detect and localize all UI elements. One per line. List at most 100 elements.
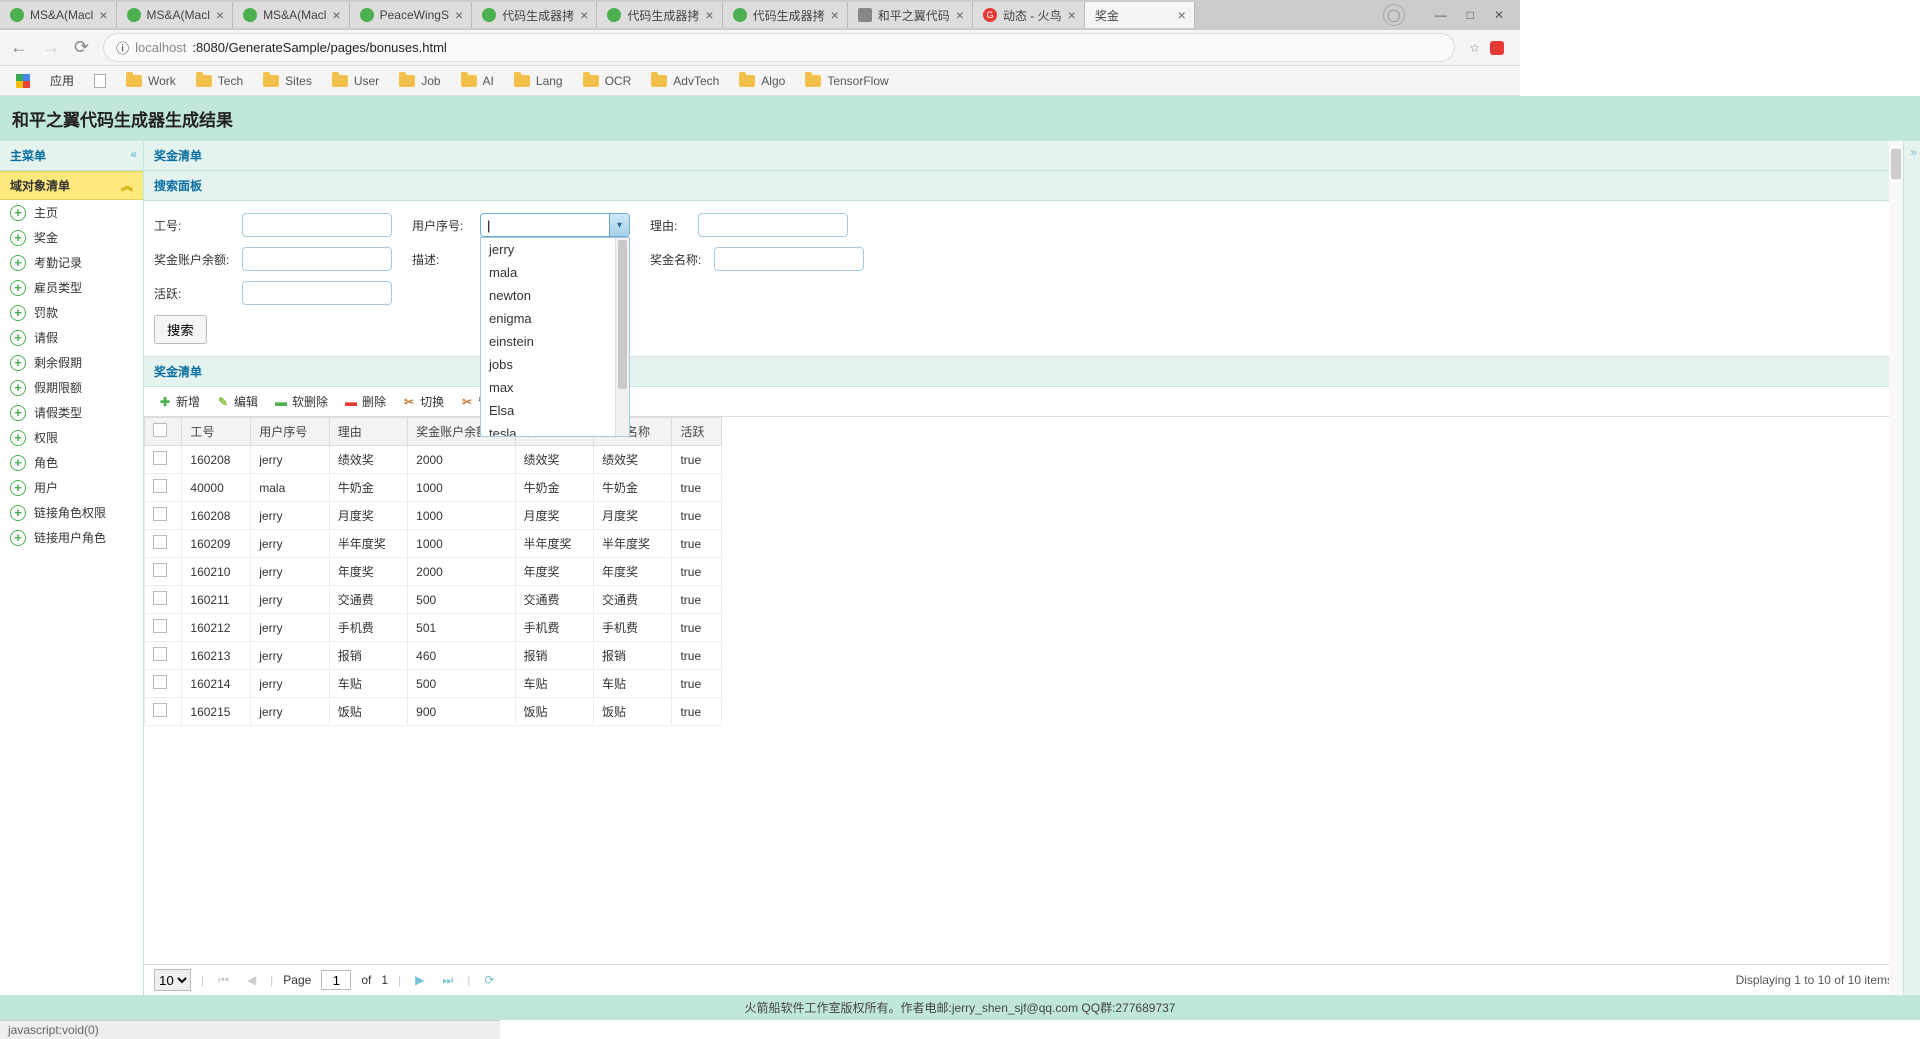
- browser-tab[interactable]: MS&A(Macl×: [0, 2, 117, 28]
- row-checkbox[interactable]: [153, 563, 167, 577]
- table-row[interactable]: 160215jerry饭贴900饭贴饭贴true: [145, 698, 722, 726]
- sidebar-item[interactable]: +罚款: [0, 300, 143, 325]
- table-row[interactable]: 160210jerry年度奖2000年度奖年度奖true: [145, 558, 722, 586]
- table-row[interactable]: 160213jerry报销460报销报销true: [145, 642, 722, 670]
- close-icon[interactable]: ✕: [1494, 8, 1504, 22]
- bookmark-item[interactable]: TensorFlow: [805, 74, 888, 88]
- sidebar-item[interactable]: +用户: [0, 475, 143, 500]
- profile-icon[interactable]: ◯: [1383, 4, 1405, 26]
- column-header[interactable]: 活跃: [672, 418, 722, 446]
- browser-tab[interactable]: PeaceWingS×: [350, 2, 473, 28]
- right-collapse-bar[interactable]: »: [1904, 141, 1920, 995]
- tab-close-icon[interactable]: ×: [580, 7, 588, 23]
- bookmark-item[interactable]: User: [332, 74, 379, 88]
- table-row[interactable]: 160209jerry半年度奖1000半年度奖半年度奖true: [145, 530, 722, 558]
- sidebar-item[interactable]: +链接用户角色: [0, 525, 143, 550]
- sidebar-item[interactable]: +考勤记录: [0, 250, 143, 275]
- browser-tab[interactable]: MS&A(Macl×: [233, 2, 350, 28]
- sidebar-item[interactable]: +假期限额: [0, 375, 143, 400]
- select-all-checkbox[interactable]: [153, 423, 167, 437]
- sidebar-item[interactable]: +链接角色权限: [0, 500, 143, 525]
- edit-button[interactable]: ✎编辑: [210, 391, 264, 412]
- chevron-left-icon[interactable]: »: [1910, 147, 1913, 159]
- tab-close-icon[interactable]: ×: [216, 7, 224, 23]
- apps-icon[interactable]: [16, 74, 30, 88]
- table-row[interactable]: 160208jerry绩效奖2000绩效奖绩效奖true: [145, 446, 722, 474]
- table-row[interactable]: 160214jerry车贴500车贴车贴true: [145, 670, 722, 698]
- sidebar-item[interactable]: +奖金: [0, 225, 143, 250]
- dropdown-option[interactable]: jerry: [481, 238, 629, 261]
- dropdown-option[interactable]: einstein: [481, 330, 629, 353]
- row-checkbox[interactable]: [153, 647, 167, 661]
- sidebar-item[interactable]: +剩余假期: [0, 350, 143, 375]
- row-checkbox[interactable]: [153, 703, 167, 717]
- page-size-select[interactable]: 10: [154, 969, 191, 991]
- delete-button[interactable]: ▬删除: [338, 391, 392, 412]
- table-row[interactable]: 40000mala牛奶金1000牛奶金牛奶金true: [145, 474, 722, 502]
- bookmark-item[interactable]: Work: [126, 74, 176, 88]
- row-checkbox[interactable]: [153, 591, 167, 605]
- dropdown-option[interactable]: jobs: [481, 353, 629, 376]
- balance-input[interactable]: [242, 247, 392, 271]
- sidebar-header[interactable]: 主菜单 «: [0, 141, 143, 171]
- bookmark-item[interactable]: OCR: [583, 74, 632, 88]
- tab-close-icon[interactable]: ×: [99, 7, 107, 23]
- bookmark-item[interactable]: AI: [461, 74, 494, 88]
- browser-tab[interactable]: 和平之翼代码×: [848, 2, 973, 28]
- vertical-scrollbar[interactable]: [1889, 141, 1903, 995]
- row-checkbox[interactable]: [153, 535, 167, 549]
- page-input[interactable]: [321, 970, 351, 990]
- bookmark-item[interactable]: Job: [399, 74, 440, 88]
- sidebar-item[interactable]: +请假: [0, 325, 143, 350]
- browser-tab[interactable]: G动态 - 火鸟×: [973, 2, 1085, 28]
- column-header[interactable]: 用户序号: [251, 418, 329, 446]
- dropdown-option[interactable]: tesla: [481, 422, 629, 437]
- star-icon[interactable]: ☆: [1469, 41, 1480, 55]
- bookmark-item[interactable]: Sites: [263, 74, 312, 88]
- browser-tab[interactable]: MS&A(Macl×: [117, 2, 234, 28]
- sidebar-item[interactable]: +权限: [0, 425, 143, 450]
- bookmark-item[interactable]: AdvTech: [651, 74, 719, 88]
- row-checkbox[interactable]: [153, 619, 167, 633]
- browser-tab[interactable]: 代码生成器拷×: [723, 2, 848, 28]
- table-row[interactable]: 160208jerry月度奖1000月度奖月度奖true: [145, 502, 722, 530]
- sidebar-item[interactable]: +角色: [0, 450, 143, 475]
- tab-close-icon[interactable]: ×: [332, 7, 340, 23]
- reload-icon[interactable]: ⟳: [74, 37, 89, 58]
- column-header[interactable]: 理由: [329, 418, 407, 446]
- sidebar-section-header[interactable]: 域对象清单 ︽: [0, 171, 143, 200]
- add-button[interactable]: ✚新增: [152, 391, 206, 412]
- chevron-up-icon[interactable]: ︽: [121, 177, 133, 194]
- tab-close-icon[interactable]: ×: [1178, 7, 1186, 23]
- sidebar-item[interactable]: +雇员类型: [0, 275, 143, 300]
- maximize-icon[interactable]: □: [1467, 8, 1474, 22]
- bookmark-item[interactable]: Tech: [196, 74, 243, 88]
- dropdown-option[interactable]: max: [481, 376, 629, 399]
- extension-icon[interactable]: [1490, 41, 1504, 55]
- tab-close-icon[interactable]: ×: [705, 7, 713, 23]
- tab-close-icon[interactable]: ×: [455, 7, 463, 23]
- table-row[interactable]: 160212jerry手机费501手机费手机费true: [145, 614, 722, 642]
- bookmark-file-icon[interactable]: [94, 74, 106, 88]
- refresh-icon[interactable]: ⟳: [480, 973, 498, 987]
- user-serial-combo[interactable]: ▾ jerrymalanewtonenigmaeinsteinjobsmaxEl…: [480, 213, 630, 237]
- chevron-down-icon[interactable]: ▾: [609, 214, 629, 236]
- dropdown-option[interactable]: enigma: [481, 307, 629, 330]
- toggle-button[interactable]: ✂切换: [396, 391, 450, 412]
- tab-close-icon[interactable]: ×: [956, 7, 964, 23]
- browser-tab[interactable]: 代码生成器拷×: [597, 2, 722, 28]
- sidebar-item[interactable]: +请假类型: [0, 400, 143, 425]
- dropdown-scrollbar[interactable]: [615, 238, 629, 436]
- row-checkbox[interactable]: [153, 507, 167, 521]
- column-header[interactable]: 工号: [182, 418, 251, 446]
- dropdown-option[interactable]: newton: [481, 284, 629, 307]
- dropdown-option[interactable]: Elsa: [481, 399, 629, 422]
- search-button[interactable]: 搜索: [154, 315, 207, 344]
- tab-close-icon[interactable]: ×: [1068, 7, 1076, 23]
- table-row[interactable]: 160211jerry交通费500交通费交通费true: [145, 586, 722, 614]
- tab-close-icon[interactable]: ×: [831, 7, 839, 23]
- browser-tab[interactable]: 代码生成器拷×: [472, 2, 597, 28]
- browser-tab[interactable]: 奖金×: [1085, 2, 1195, 28]
- back-icon[interactable]: ←: [10, 37, 28, 58]
- url-input[interactable]: ⓘ localhost:8080/GenerateSample/pages/bo…: [103, 33, 1455, 62]
